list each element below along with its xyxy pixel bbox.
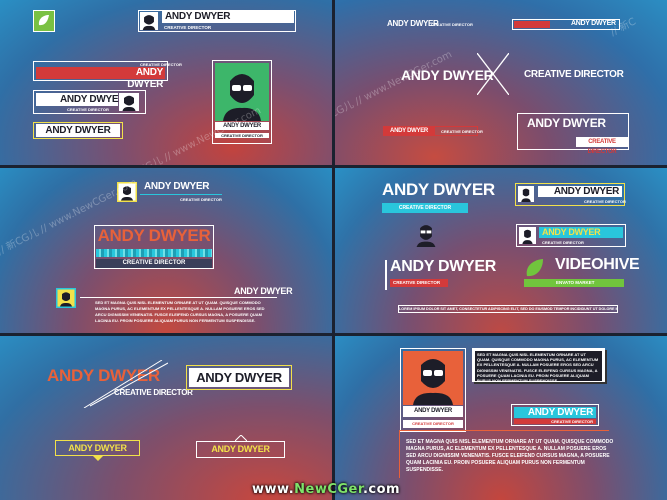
name-label: ANDY DWYER — [127, 67, 163, 90]
name-label: ANDY DWYER — [97, 226, 211, 245]
pointer-arrow — [92, 455, 104, 461]
bearded-man-avatar-icon — [57, 289, 75, 307]
role-label: CREATIVE DIRECTOR — [390, 279, 448, 287]
site-watermark-suffix: .com — [362, 482, 401, 497]
slash-lines — [83, 360, 168, 408]
role-label: CREATIVE DIRECTOR — [441, 129, 483, 134]
role-label: CREATIVE DIRECTOR — [431, 22, 473, 27]
portrait-photo — [403, 351, 463, 405]
name-label: ANDY DWYER — [162, 11, 294, 23]
paragraph: SED ET MAGNA QUIS NISL ELEMENTUM ORNARE … — [95, 300, 265, 323]
name-label: ANDY DWYER — [234, 286, 293, 296]
role-label: CREATIVE DIRECTOR — [67, 107, 109, 112]
avatar-frame — [119, 93, 139, 111]
name-label: ANDY DWYER — [382, 180, 495, 199]
name-label: ANDY DWYER — [144, 181, 210, 192]
paragraph: SED ET MAGNA QUIS NISL ELEMENTUM ORNARE … — [406, 439, 614, 473]
bearded-man-avatar-icon — [122, 95, 136, 111]
site-watermark-accent: NewCGer — [294, 482, 363, 497]
role-label: CREATIVE DIRECTOR — [514, 419, 596, 424]
role-label: CREATIVE DIRECTOR — [584, 199, 626, 204]
preview-panel-6: ANDY DWYER CREATIVE DIRECTOR SED ET MAGN… — [335, 336, 667, 500]
paragraph: LOREM IPSUM DOLOR SIT AMET, CONSECTETUR … — [398, 305, 618, 313]
role-label: CREATIVE DIRECTOR — [164, 25, 212, 30]
preview-panel-2: ANDY DWYER CREATIVE DIRECTOR ANDY DWYER … — [335, 0, 667, 165]
role-label: CREATIVE DIRECTOR — [114, 388, 193, 397]
role-label: CREATIVE DIRECTOR — [542, 240, 584, 245]
name-label: ANDY DWYER — [514, 407, 596, 418]
white-rule — [80, 297, 277, 298]
name-label: ANDY DWYER — [36, 124, 120, 137]
role-label: CREATIVE DIRECTOR — [382, 203, 468, 213]
red-accent — [514, 21, 550, 28]
site-watermark: www.NewCGer.com — [252, 482, 400, 497]
leaf-icon — [38, 15, 49, 26]
name-label: ANDY DWYER — [390, 258, 497, 275]
role-label: CREATIVE DIRECTOR — [96, 259, 212, 268]
leaf-icon — [526, 259, 543, 277]
name-label: ANDY DWYER — [539, 227, 623, 238]
name-label: ANDY DWYER — [383, 126, 435, 136]
avatar-frame — [56, 288, 76, 308]
bearded-man-avatar-icon — [140, 12, 158, 30]
role-label: CREATIVE DIRECTOR — [180, 197, 222, 202]
envato-logo-box — [33, 10, 55, 32]
preview-panel-1: ANDY DWYER CREATIVE DIRECTOR CREATIVE DI… — [0, 0, 332, 165]
lower-thirds-preview-grid: ANDY DWYER CREATIVE DIRECTOR CREATIVE DI… — [0, 0, 667, 500]
role-label: CREATIVE DIRECTOR — [403, 420, 463, 428]
name-label: ANDY DWYER — [538, 186, 622, 197]
orange-rule — [399, 430, 609, 431]
bearded-man-avatar-icon — [522, 229, 533, 244]
cyan-rule — [140, 194, 222, 195]
brand-sub-label: ENVATO MARKET — [524, 279, 624, 287]
avatar-frame — [140, 12, 158, 30]
bearded-man-avatar-icon — [416, 225, 436, 247]
preview-panel-4: ANDY DWYER CREATIVE DIRECTOR ANDY DWYER … — [335, 168, 667, 333]
name-label: ANDY DWYER — [211, 444, 270, 454]
preview-panel-3: ANDY DWYER CREATIVE DIRECTOR ANDY DWYER … — [0, 168, 332, 333]
site-watermark-prefix: www. — [252, 482, 295, 497]
paragraph: SED ET MAGNA QUIS NISL ELEMENTUM ORNARE … — [475, 351, 602, 381]
watermark-text: // 新CG儿 // www.NewCGer.com — [335, 49, 454, 129]
bearded-man-avatar-icon — [521, 188, 531, 202]
preview-panel-5: ANDY DWYER CREATIVE DIRECTOR ANDY DWYER … — [0, 336, 332, 500]
name-label: ANDY DWYER — [60, 94, 126, 105]
name-label: ANDY DWYER — [403, 406, 463, 417]
avatar-frame — [518, 186, 534, 202]
name-label: ANDY DWYER — [527, 116, 606, 130]
name-label: ANDY DWYER — [68, 443, 127, 453]
bearded-man-avatar-icon — [413, 359, 453, 405]
avatar-frame — [519, 227, 536, 244]
role-label: CREATIVE DIRECTOR — [524, 69, 624, 80]
role-label: CREATIVE DIRECTOR — [576, 137, 628, 155]
cross-divider — [477, 53, 509, 95]
watermark-text: // 新C — [608, 16, 638, 39]
orange-rule — [399, 430, 400, 478]
name-label: ANDY DWYER — [189, 368, 289, 387]
white-rule — [385, 260, 387, 290]
brand-label: VIDEOHIVE — [555, 256, 640, 273]
barcode-stripe — [96, 249, 212, 257]
